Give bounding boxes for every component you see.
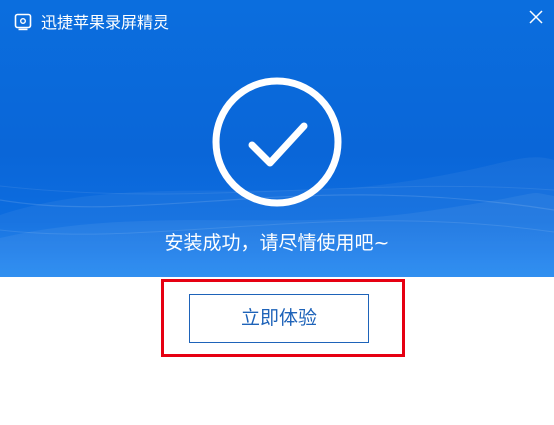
close-button[interactable] — [520, 2, 552, 32]
hero-banner: 迅捷苹果录屏精灵 安装成功，请尽情使用吧~ — [0, 0, 554, 277]
installer-window: 迅捷苹果录屏精灵 安装成功，请尽情使用吧~ 立即体验 — [0, 0, 554, 425]
experience-now-button[interactable]: 立即体验 — [189, 294, 369, 343]
screen-record-icon — [14, 13, 32, 31]
close-icon — [529, 10, 543, 24]
window-title: 迅捷苹果录屏精灵 — [41, 13, 170, 32]
checkmark-circle-icon — [212, 77, 342, 207]
title-bar: 迅捷苹果录屏精灵 — [0, 0, 554, 40]
success-message: 安装成功，请尽情使用吧~ — [164, 232, 390, 254]
